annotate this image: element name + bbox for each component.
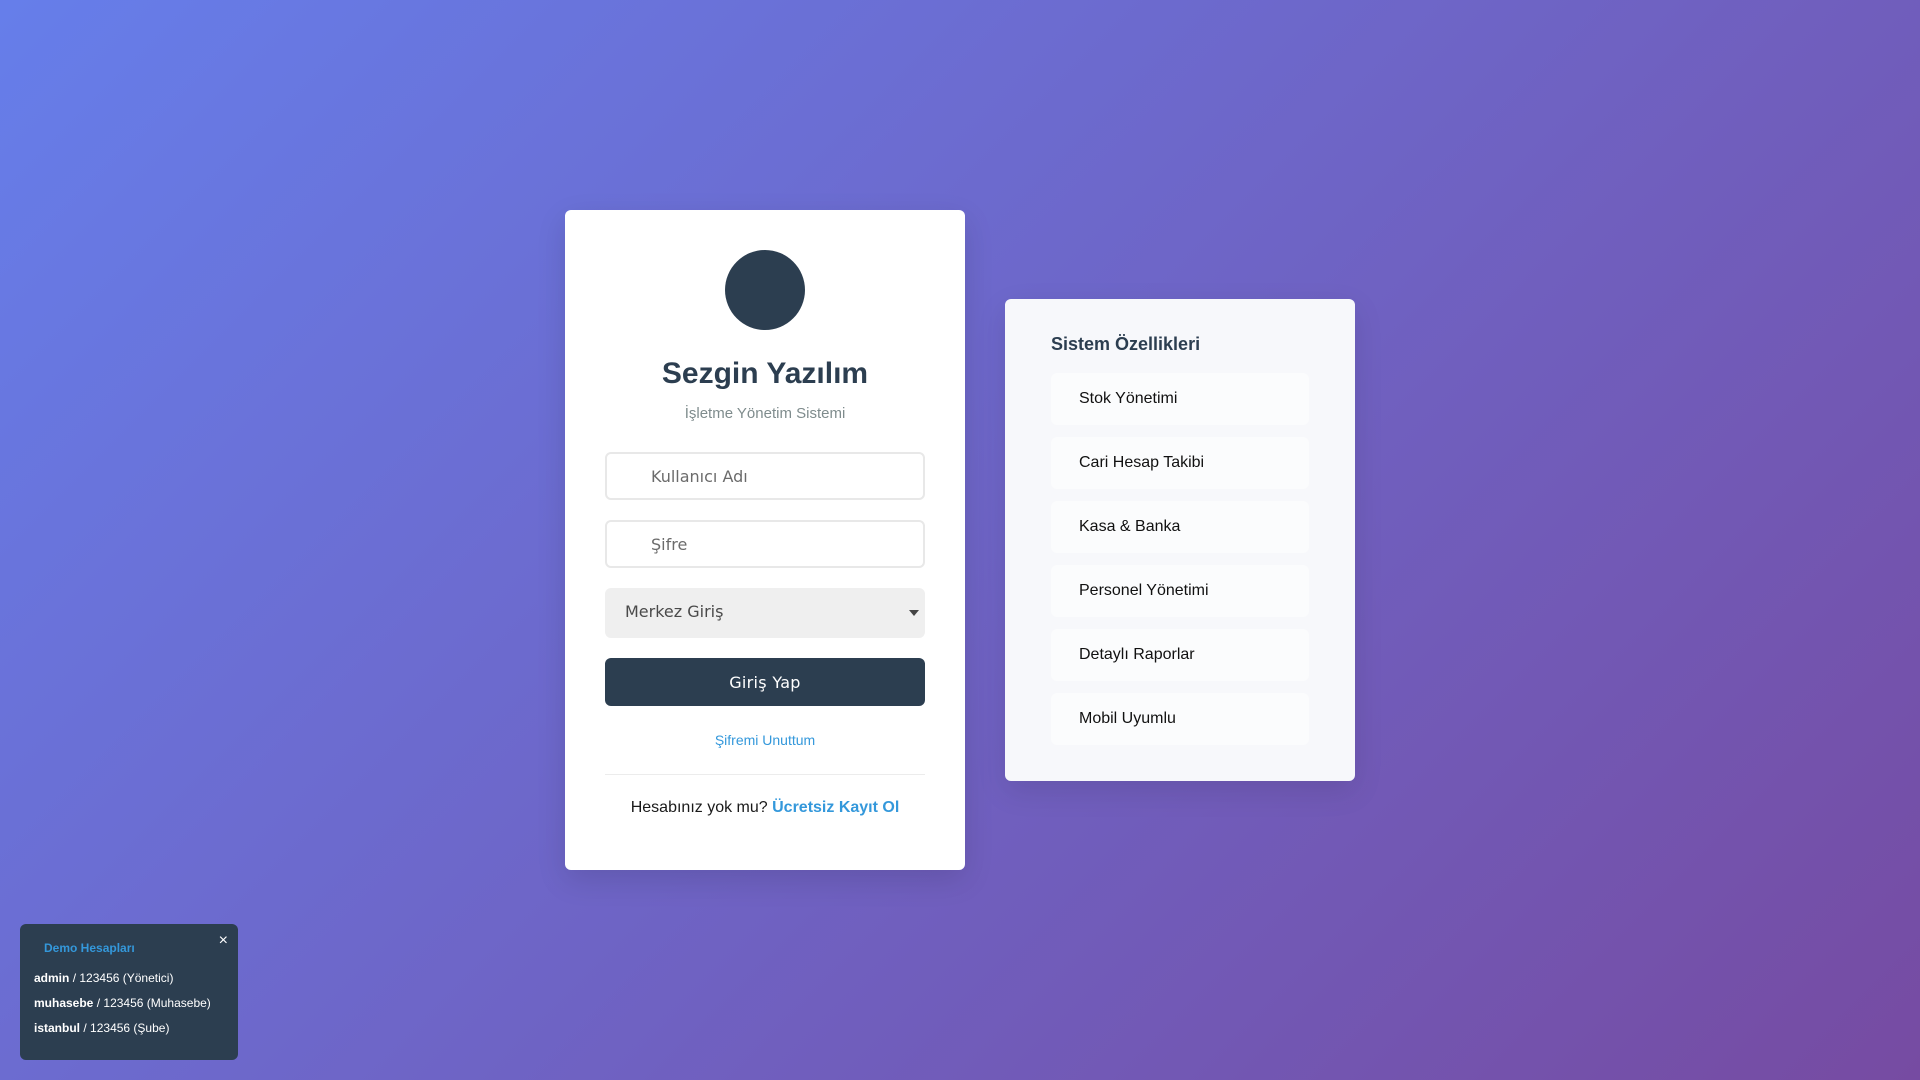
demo-separator: / <box>72 971 77 985</box>
feature-item-reports: Detaylı Raporlar <box>1051 629 1309 681</box>
box-icon <box>1055 390 1073 408</box>
register-link[interactable]: Ücretsiz Kayıt Ol <box>772 799 899 816</box>
feature-label: Stok Yönetimi <box>1079 390 1178 407</box>
feature-item-accounts: Cari Hesap Takibi <box>1051 437 1309 489</box>
mobile-icon <box>1055 710 1073 728</box>
demo-username: istanbul <box>34 1021 81 1035</box>
demo-row: istanbul / 123456 (Şube) <box>34 1020 224 1036</box>
demo-password-info: 123456 (Muhasebe) <box>103 996 211 1010</box>
logo-circle <box>725 250 805 330</box>
feature-item-mobile: Mobil Uyumlu <box>1051 693 1309 745</box>
demo-title: Demo Hesapları <box>44 941 135 955</box>
register-prompt: Hesabınız yok mu? <box>630 799 768 816</box>
password-field[interactable] <box>605 520 925 568</box>
users-icon <box>1055 454 1073 472</box>
demo-username: muhasebe <box>34 996 94 1010</box>
chart-icon <box>1055 646 1073 664</box>
user-icon <box>621 467 639 485</box>
brand-subtitle: İşletme Yönetim Sistemi <box>684 405 846 422</box>
login-type-select[interactable]: Merkez Giriş <box>605 588 925 638</box>
feature-label: Detaylı Raporlar <box>1079 646 1195 663</box>
forgot-password-link[interactable]: Şifremi Unuttum <box>605 731 925 749</box>
feature-list: Stok Yönetimi Cari Hesap Takibi Kasa & B… <box>1051 373 1309 745</box>
wallet-icon <box>1055 518 1073 536</box>
demo-list: admin / 123456 (Yönetici) muhasebe / 123… <box>34 970 224 1036</box>
caret-down-icon <box>909 610 919 616</box>
divider <box>605 774 925 775</box>
feature-label: Personel Yönetimi <box>1079 582 1209 599</box>
password-input[interactable] <box>607 522 923 566</box>
login-button[interactable]: Giriş Yap <box>605 658 925 706</box>
login-type-value: Merkez Giriş <box>625 602 724 621</box>
brand-title: Sezgin Yazılım <box>661 357 869 390</box>
feature-label: Mobil Uyumlu <box>1079 710 1176 727</box>
login-card: Sezgin Yazılım İşletme Yönetim Sistemi M… <box>565 210 965 870</box>
feature-label: Kasa & Banka <box>1079 518 1181 535</box>
demo-row: admin / 123456 (Yönetici) <box>34 970 224 986</box>
features-title: Sistem Özellikleri <box>1051 334 1201 354</box>
close-icon[interactable]: × <box>219 932 228 950</box>
feature-item-personnel: Personel Yönetimi <box>1051 565 1309 617</box>
register-line: Hesabınız yok mu? Ücretsiz Kayıt Ol <box>605 798 925 818</box>
feature-item-stock: Stok Yönetimi <box>1051 373 1309 425</box>
demo-password-info: 123456 (Şube) <box>90 1021 170 1035</box>
demo-accounts-box: Demo Hesapları × admin / 123456 (Yönetic… <box>20 924 238 1060</box>
feature-label: Cari Hesap Takibi <box>1079 454 1205 471</box>
features-card: Sistem Özellikleri Stok Yönetimi Cari He… <box>1005 299 1355 781</box>
demo-password-info: 123456 (Yönetici) <box>79 971 174 985</box>
demo-separator: / <box>83 1021 87 1035</box>
demo-username: admin <box>34 971 70 985</box>
lock-icon <box>621 535 639 553</box>
feature-item-cash-bank: Kasa & Banka <box>1051 501 1309 553</box>
demo-row: muhasebe / 123456 (Muhasebe) <box>34 995 224 1011</box>
demo-separator: / <box>96 996 101 1010</box>
username-input[interactable] <box>607 454 923 498</box>
username-field[interactable] <box>605 452 925 500</box>
id-card-icon <box>1055 582 1073 600</box>
